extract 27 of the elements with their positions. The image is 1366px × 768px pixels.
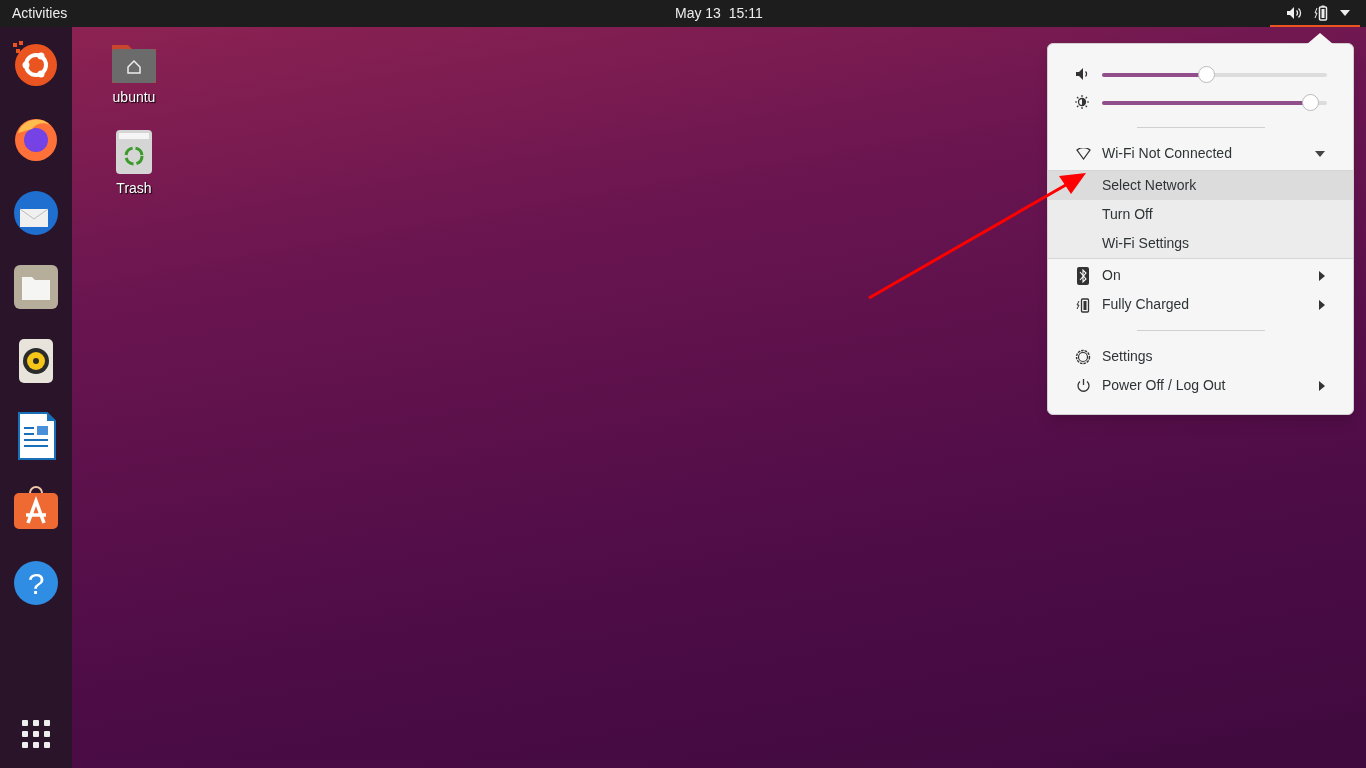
icon-label[interactable]: ubuntu: [112, 87, 156, 108]
menu-item[interactable]: Fully Charged: [1048, 290, 1353, 319]
menu-item[interactable]: Settings: [1048, 342, 1353, 371]
clock[interactable]: May 13 15:11: [675, 3, 763, 24]
battery-icon: [1075, 296, 1091, 313]
speaker-icon: [1075, 67, 1090, 81]
app-grid-icon[interactable]: [20, 718, 52, 750]
slider-thumb[interactable]: [1301, 93, 1319, 111]
slider[interactable]: [1102, 65, 1327, 83]
icon-label[interactable]: Trash: [116, 178, 152, 199]
wifi-icon: [1075, 147, 1091, 160]
menu-item[interactable]: On: [1048, 261, 1353, 290]
activities-button[interactable]: Activities: [12, 3, 68, 24]
power-icon: [1075, 378, 1091, 393]
battery-icon[interactable]: [1314, 4, 1328, 21]
gear-icon: [1075, 348, 1091, 365]
brightness-icon: [1075, 95, 1090, 109]
slider[interactable]: [1102, 93, 1327, 111]
menu-item[interactable]: Wi-Fi Not Connected: [1048, 139, 1353, 168]
caret-icon[interactable]: [1340, 9, 1350, 16]
bluetooth-icon: [1075, 266, 1091, 285]
slider-thumb[interactable]: [1197, 65, 1215, 83]
menu-item[interactable]: Turn Off: [1048, 200, 1353, 229]
menu-item[interactable]: Select Network: [1048, 171, 1353, 200]
menu-item[interactable]: Power Off / Log Out: [1048, 371, 1353, 400]
menu-item[interactable]: Wi-Fi Settings: [1048, 229, 1353, 258]
speaker-icon[interactable]: [1286, 5, 1302, 20]
